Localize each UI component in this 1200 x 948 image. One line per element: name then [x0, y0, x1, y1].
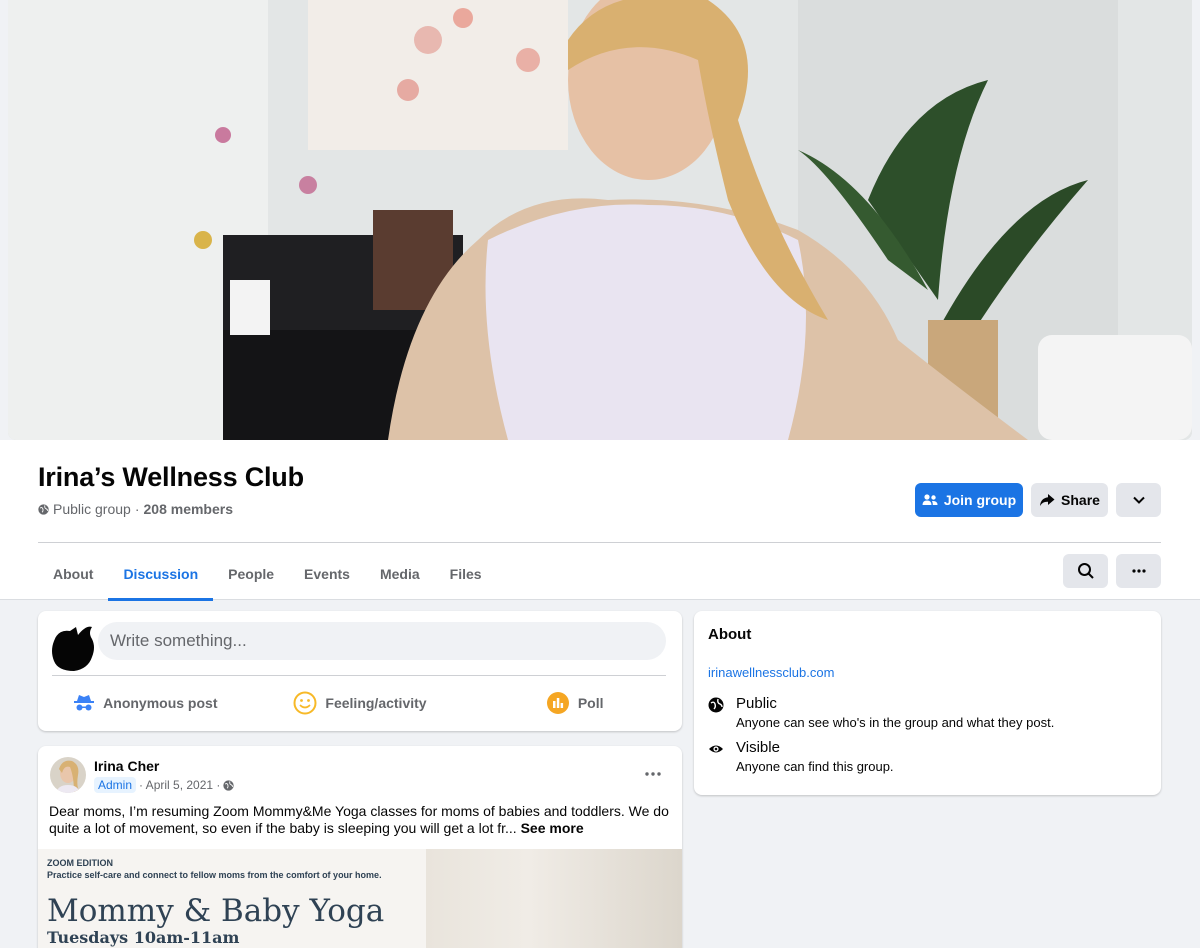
- cover-photo: [8, 0, 1192, 440]
- tab-discussion[interactable]: Discussion: [108, 548, 213, 601]
- image-schedule: Tuesdays 10am-11am: [47, 928, 240, 947]
- group-title[interactable]: Irina’s Wellness Club: [38, 462, 304, 493]
- post-body: Dear moms, I’m resuming Zoom Mommy&Me Yo…: [49, 803, 671, 837]
- composer-divider: [52, 675, 666, 676]
- privacy-label[interactable]: Public group: [53, 501, 131, 517]
- tab-about[interactable]: About: [38, 548, 108, 600]
- globe-icon: [223, 779, 235, 791]
- search-icon: [1077, 563, 1094, 579]
- chevron-down-icon: [1132, 496, 1145, 504]
- ellipsis-icon: [1131, 569, 1146, 573]
- group-meta: Public group · 208 members: [38, 501, 233, 517]
- share-label: Share: [1061, 492, 1100, 508]
- about-visible-row: Visible Anyone can find this group.: [708, 739, 894, 774]
- anonymous-post-label: Anonymous post: [103, 695, 218, 711]
- people-icon: [922, 494, 938, 505]
- ellipsis-icon: [645, 772, 661, 776]
- about-public-row: Public Anyone can see who's in the group…: [708, 695, 1054, 730]
- poll-icon: [546, 692, 569, 714]
- share-button[interactable]: Share: [1031, 483, 1108, 517]
- anonymous-icon: [74, 695, 95, 711]
- image-edition-label: ZOOM EDITION: [47, 858, 113, 868]
- meta-separator: ·: [134, 501, 140, 517]
- post-author-name[interactable]: Irina Cher: [94, 758, 159, 774]
- about-public-desc: Anyone can see who's in the group and wh…: [736, 715, 1055, 730]
- smiley-icon: [293, 691, 317, 715]
- post-image[interactable]: ZOOM EDITION Practice self-care and conn…: [38, 849, 682, 948]
- anonymous-post-button[interactable]: Anonymous post: [38, 683, 253, 723]
- see-more-link[interactable]: See more: [521, 820, 584, 836]
- about-public-title: Public: [736, 695, 777, 712]
- post-options-button[interactable]: [638, 763, 668, 785]
- image-title: Mommy & Baby Yoga: [47, 893, 385, 929]
- join-group-label: Join group: [943, 492, 1017, 508]
- write-something-input[interactable]: Write something...: [98, 622, 666, 660]
- feed-post: Irina Cher Admin · April 5, 2021 · Dear …: [38, 746, 682, 948]
- poll-label: Poll: [577, 695, 604, 711]
- member-count[interactable]: 208 members: [144, 501, 234, 517]
- tab-files[interactable]: Files: [435, 548, 497, 600]
- globe-icon: [38, 503, 49, 515]
- eye-icon: [709, 745, 723, 753]
- about-heading: About: [708, 626, 752, 643]
- header-divider: [38, 542, 1161, 543]
- user-avatar[interactable]: [48, 621, 98, 673]
- tab-events[interactable]: Events: [289, 548, 365, 600]
- post-meta: Admin · April 5, 2021 ·: [94, 777, 235, 793]
- tabs-more-button[interactable]: [1116, 554, 1161, 588]
- group-tabs: About Discussion People Events Media Fil…: [38, 548, 497, 601]
- poll-button[interactable]: Poll: [467, 683, 682, 723]
- about-card: About irinawellnessclub.com Public Anyon…: [694, 611, 1161, 795]
- join-group-button[interactable]: Join group: [915, 483, 1023, 517]
- more-options-button[interactable]: [1116, 483, 1161, 517]
- feeling-activity-button[interactable]: Feeling/activity: [253, 683, 468, 723]
- about-visible-desc: Anyone can find this group.: [736, 759, 894, 774]
- search-group-button[interactable]: [1063, 554, 1108, 588]
- image-subtitle: Practice self-care and connect to fellow…: [47, 870, 382, 880]
- post-date[interactable]: · April 5, 2021 ·: [139, 778, 220, 792]
- share-arrow-icon: [1040, 494, 1055, 506]
- composer-actions: Anonymous post Feeling/activity Poll: [38, 683, 682, 723]
- post-composer: Write something... Anonymous post Feelin…: [38, 611, 682, 731]
- tab-people[interactable]: People: [213, 548, 289, 600]
- tab-media[interactable]: Media: [365, 548, 435, 600]
- feeling-activity-label: Feeling/activity: [325, 695, 427, 711]
- globe-icon: [708, 697, 724, 713]
- admin-badge: Admin: [94, 777, 137, 793]
- website-link[interactable]: irinawellnessclub.com: [708, 665, 834, 680]
- image-photo: [426, 849, 682, 948]
- about-visible-title: Visible: [736, 739, 780, 756]
- author-avatar[interactable]: [50, 757, 86, 793]
